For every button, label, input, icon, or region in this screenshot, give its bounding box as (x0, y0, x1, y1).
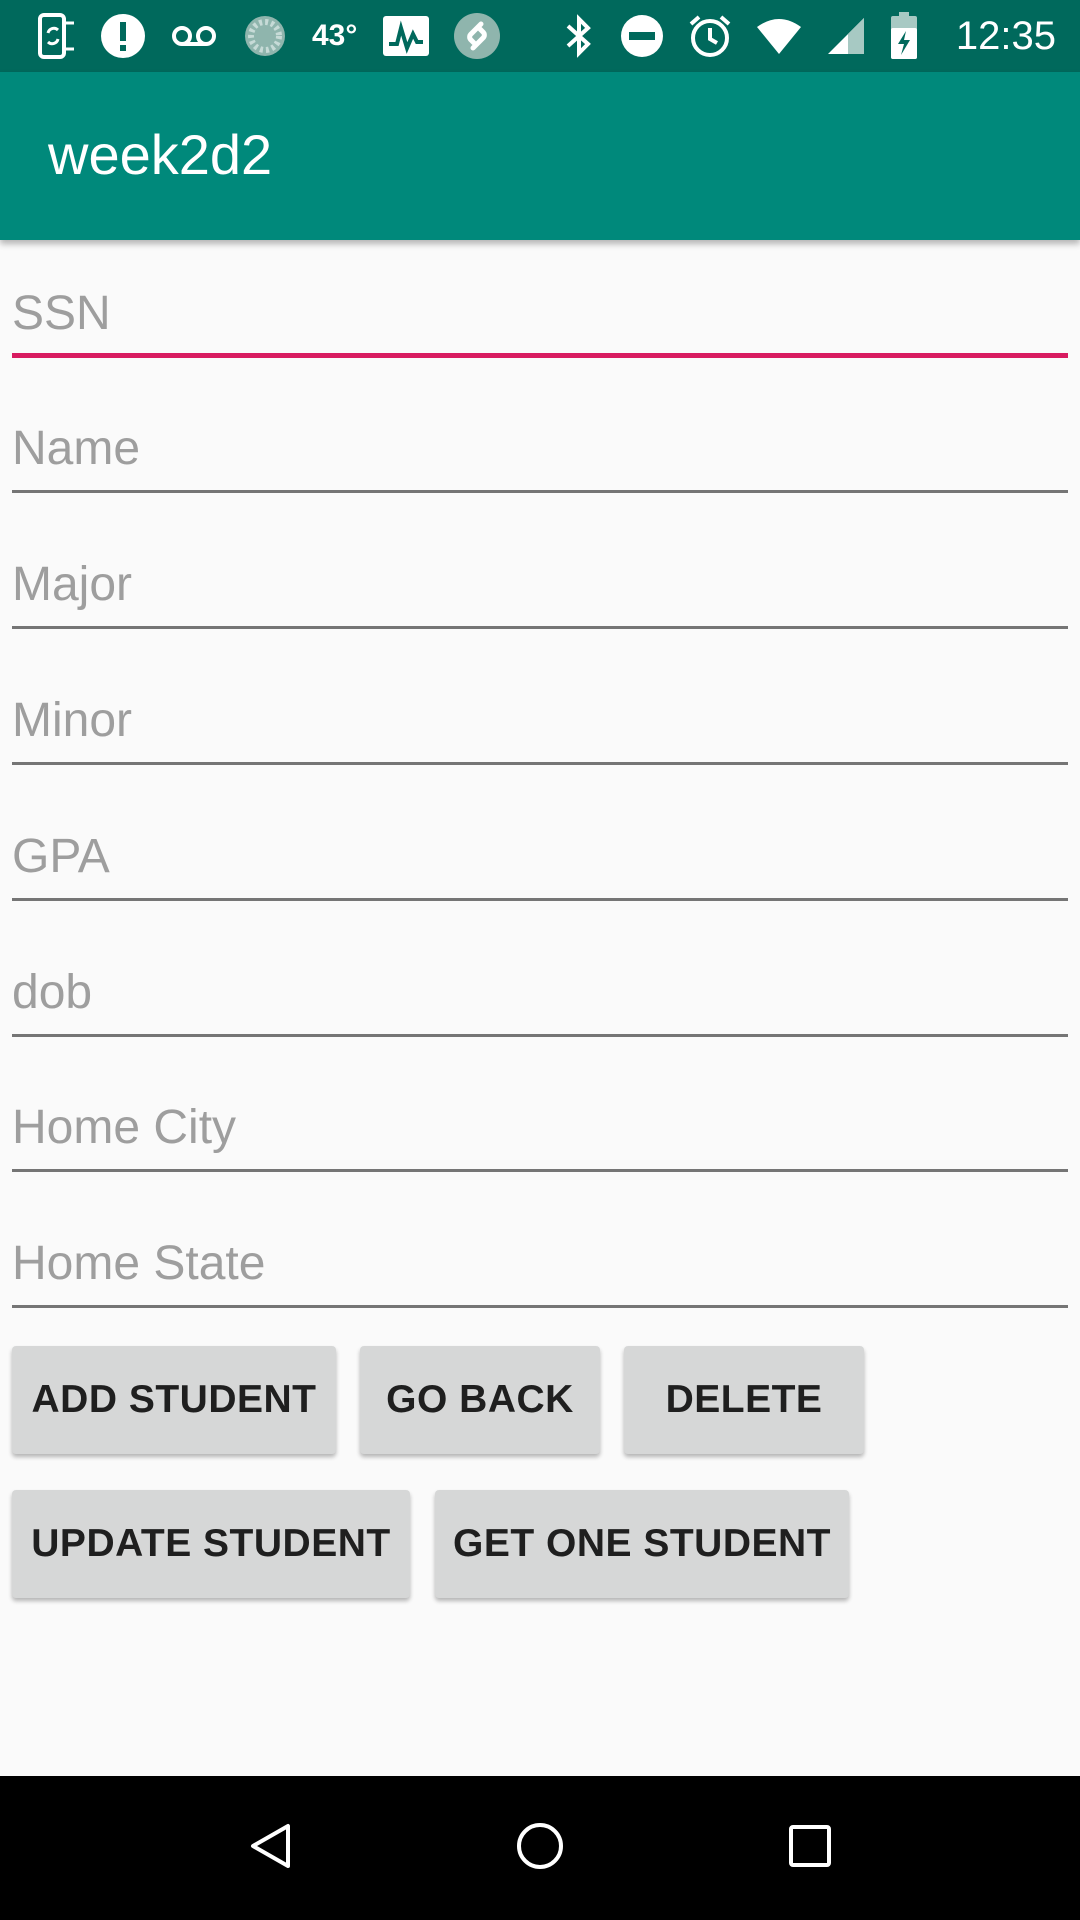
battery-charging-icon (890, 0, 918, 72)
recents-icon (788, 1824, 832, 1873)
major-field-container (12, 529, 1068, 629)
do-not-disturb-icon (620, 0, 664, 72)
name-underline (12, 490, 1068, 493)
alert-icon (100, 0, 146, 72)
minor-field-container (12, 665, 1068, 765)
name-field-container (12, 393, 1068, 493)
home-city-underline (12, 1169, 1068, 1172)
home-nav-button[interactable] (470, 1776, 610, 1920)
status-bar-left: 43° (36, 0, 525, 72)
home-state-field-container (12, 1208, 1068, 1308)
recents-nav-button[interactable] (740, 1776, 880, 1920)
gpa-input[interactable] (12, 801, 1068, 897)
major-underline (12, 626, 1068, 629)
dob-underline (12, 1034, 1068, 1037)
cellular-signal-icon (826, 0, 866, 72)
home-city-input[interactable] (12, 1072, 1068, 1168)
major-input[interactable] (12, 529, 1068, 625)
home-icon (515, 1821, 565, 1876)
go-back-button[interactable]: GO BACK (360, 1346, 600, 1454)
app-bar: week2d2 (0, 72, 1080, 240)
status-bar: 43° 12:35 (0, 0, 1080, 72)
bluetooth-icon (562, 0, 596, 72)
name-input[interactable] (12, 393, 1068, 489)
gpa-field-container (12, 801, 1068, 901)
dob-input[interactable] (12, 937, 1068, 1033)
update-student-button[interactable]: UPDATE STUDENT (12, 1490, 410, 1598)
activity-chart-icon (383, 0, 430, 72)
app-title: week2d2 (48, 123, 273, 186)
back-nav-button[interactable] (200, 1776, 340, 1920)
navigation-bar (0, 1776, 1080, 1920)
ssn-underline (12, 353, 1068, 358)
status-bar-right: 12:35 (562, 0, 1056, 72)
clock-time: 12:35 (955, 13, 1056, 58)
ssn-input[interactable] (12, 258, 1068, 354)
home-state-underline (12, 1305, 1068, 1308)
dob-field-container (12, 937, 1068, 1037)
ssn-field-container (12, 258, 1068, 358)
voicemail-icon (170, 0, 218, 72)
back-icon (248, 1822, 292, 1875)
loading-icon (242, 0, 288, 72)
phone-sync-icon (36, 0, 76, 72)
delete-button[interactable]: DELETE (624, 1346, 864, 1454)
shazam-icon (453, 0, 501, 72)
wifi-icon (756, 0, 802, 72)
home-state-input[interactable] (12, 1208, 1068, 1304)
add-student-button[interactable]: ADD STUDENT (12, 1346, 336, 1454)
get-one-student-button[interactable]: GET ONE STUDENT (435, 1490, 849, 1598)
alarm-icon (688, 0, 732, 72)
home-city-field-container (12, 1072, 1068, 1172)
gpa-underline (12, 898, 1068, 901)
minor-input[interactable] (12, 665, 1068, 761)
minor-underline (12, 762, 1068, 765)
temperature-text: 43° (312, 19, 358, 52)
